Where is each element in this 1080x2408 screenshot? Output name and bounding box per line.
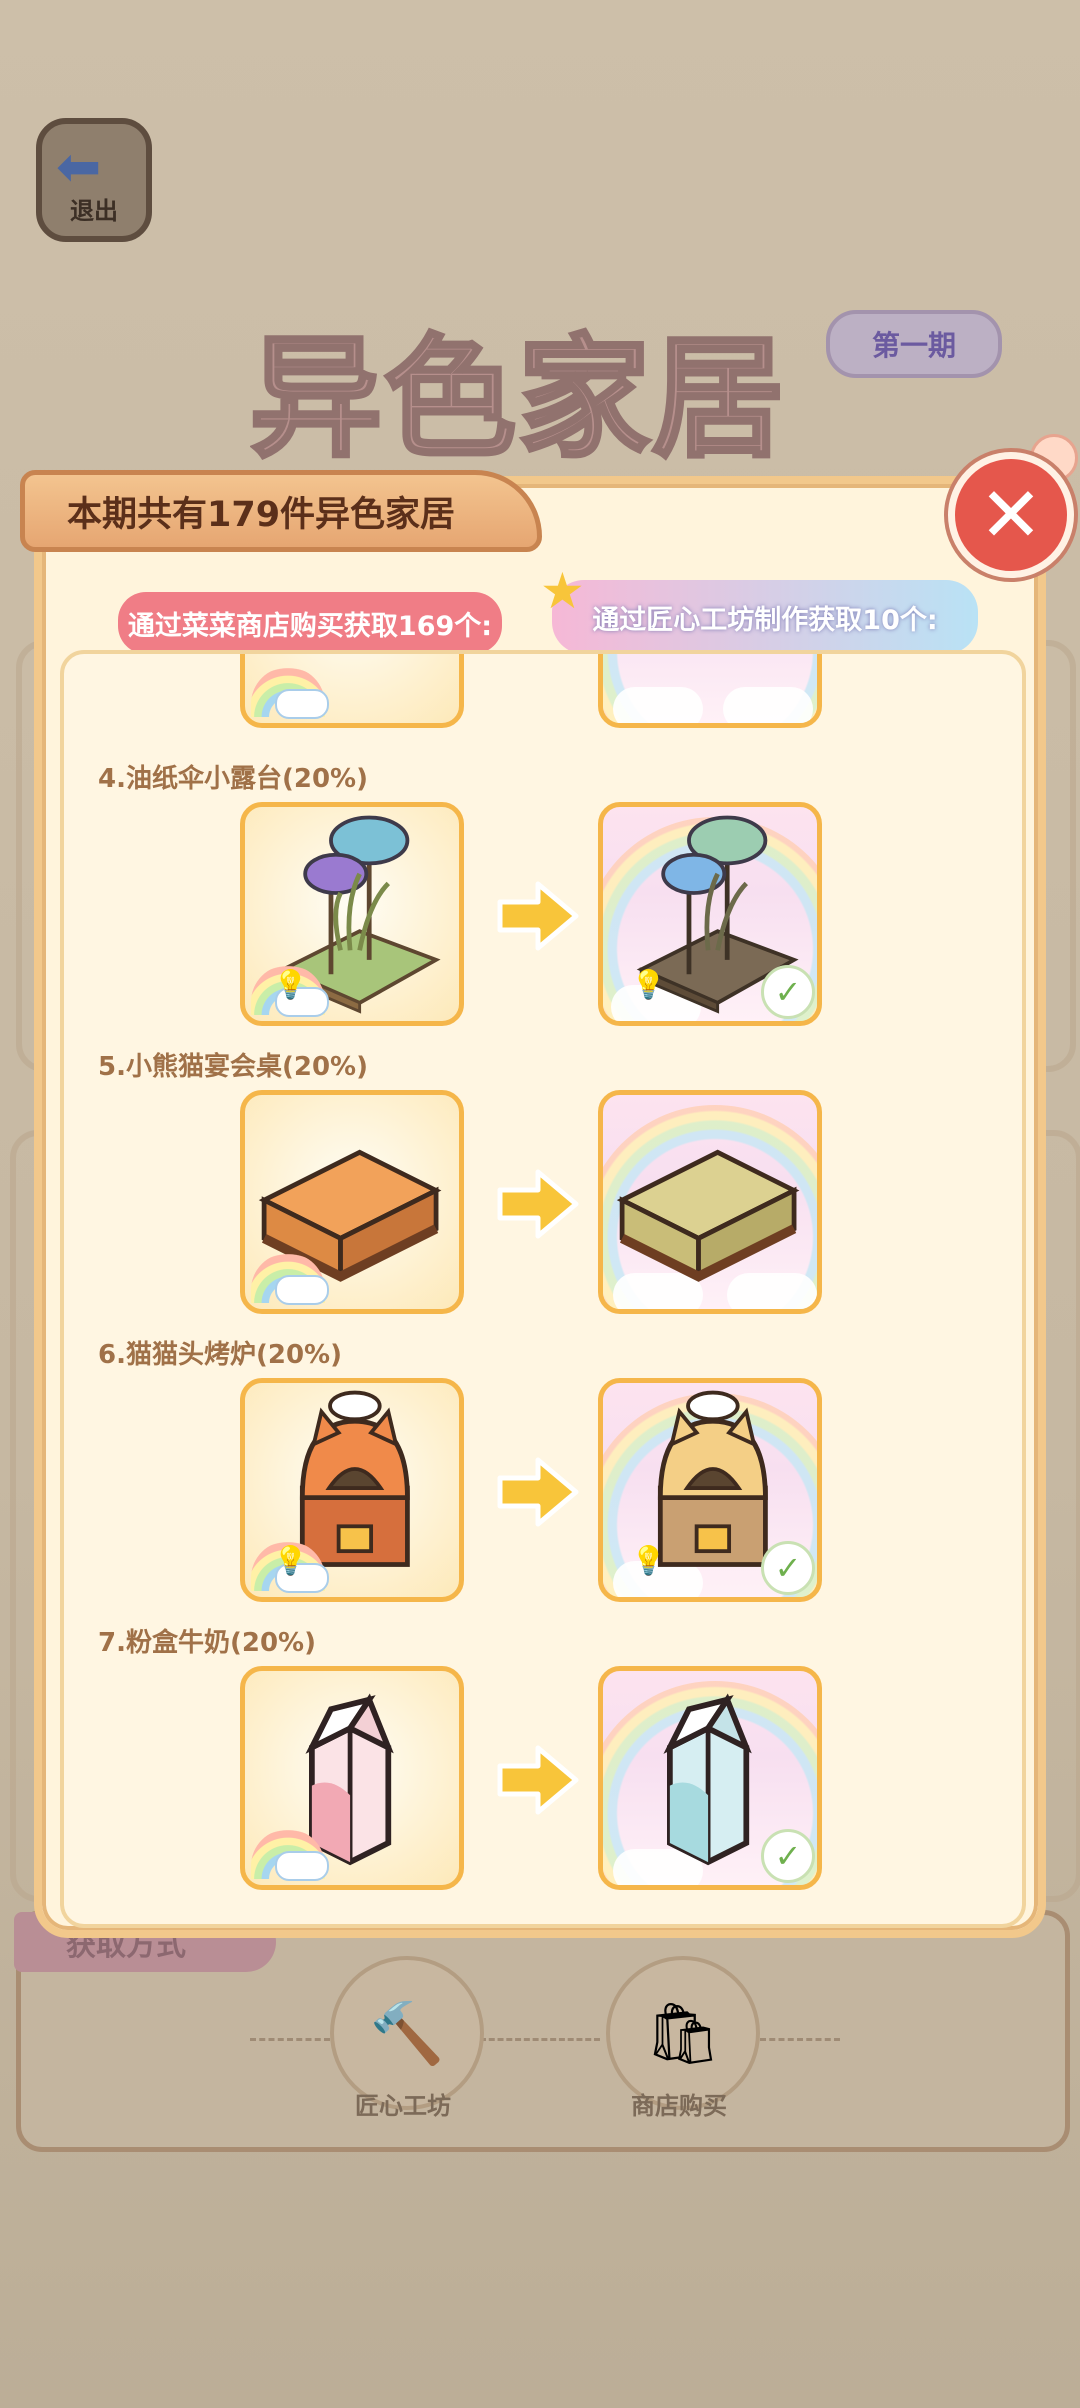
event-banner-title: 异色家居 [248,319,786,478]
checkmark-icon: ✓ [761,965,815,1019]
lightbulb-icon: 💡 [631,1544,666,1577]
item-title: 6.猫猫头烤炉(20%) [98,1340,342,1370]
original-item-card [240,654,464,728]
variant-item-card[interactable]: 💡 ✓ [598,1378,822,1602]
variant-item-list[interactable]: 4.油纸伞小露台(20%) 💡 💡 ✓ 5.小熊猫宴会桌(20%) 6.猫猫头烤… [60,650,1026,1928]
divider [480,2038,600,2041]
hammer-icon: 🔨 [369,1998,445,2069]
variant-item-card [598,654,822,728]
original-item-card[interactable] [240,1090,464,1314]
variant-item-card[interactable]: 💡 ✓ [598,802,822,1026]
lightbulb-icon: 💡 [273,968,308,1001]
workshop-source-label: 通过匠心工坊制作获取10个: [552,580,978,654]
arrow-right-icon [497,881,579,951]
star-icon: ★ [540,562,585,620]
cloud-decoration [613,687,703,723]
close-icon: ✕ [979,470,1043,559]
cloud-badge-icon [275,1275,329,1305]
close-button[interactable]: ✕ [948,452,1074,578]
workshop-label: 匠心工坊 [355,2092,451,2120]
cloud-badge-icon [275,1851,329,1881]
item-title: 4.油纸伞小露台(20%) [98,764,368,794]
checkmark-icon: ✓ [761,1541,815,1595]
banquet-table-variant-icon [616,1149,800,1282]
arrow-right-icon [497,1745,579,1815]
original-item-card[interactable]: 💡 [240,1378,464,1602]
variant-item-card[interactable] [598,1090,822,1314]
modal-title: 本期共有179件异色家居 [20,470,542,552]
arrow-right-icon [497,1169,579,1239]
divider [760,2038,840,2041]
item-title: 7.粉盒牛奶(20%) [98,1628,316,1658]
original-item-card[interactable] [240,1666,464,1890]
lightbulb-icon: 💡 [631,968,666,1001]
issue-badge: 第一期 [826,310,1002,378]
shop-label: 商店购买 [631,2092,727,2120]
cloud-decoration [723,687,813,723]
shop-bag-icon: 🛍 [644,1998,722,2069]
cloud-badge-icon [275,689,329,719]
checkmark-icon: ✓ [761,1829,815,1883]
arrow-right-icon [497,1457,579,1527]
divider [250,2038,330,2041]
item-title: 5.小熊猫宴会桌(20%) [98,1052,368,1082]
back-arrow-icon: ⬅ [56,135,102,198]
original-item-card[interactable]: 💡 [240,802,464,1026]
lightbulb-icon: 💡 [273,1544,308,1577]
exit-button[interactable]: ⬅ 退出 [36,118,152,242]
variant-item-card[interactable]: ✓ [598,1666,822,1890]
shop-source-label: 通过菜菜商店购买获取169个: [118,592,502,654]
